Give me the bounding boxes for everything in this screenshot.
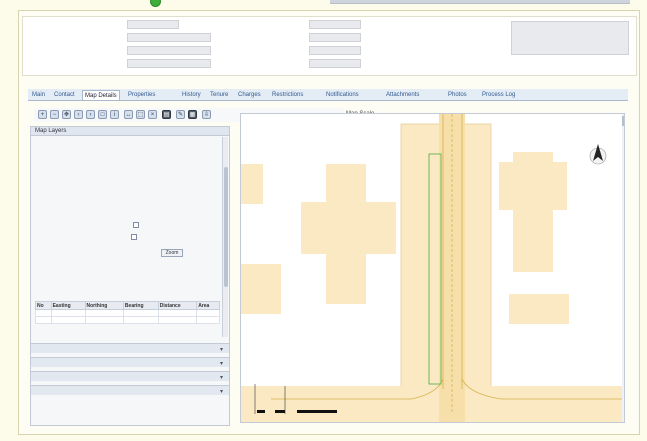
table-header-row: No Easting Northing Bearing Distance Are… bbox=[35, 301, 220, 310]
parcel[interactable] bbox=[241, 264, 281, 314]
column-header: Distance bbox=[157, 301, 198, 310]
tab-restrictions[interactable]: Restrictions bbox=[270, 90, 305, 100]
tab-tenure[interactable]: Tenure bbox=[208, 90, 230, 100]
column-header: Easting bbox=[50, 301, 86, 310]
scale-bar-segment bbox=[297, 410, 337, 413]
application-window: Main Contact Map Details Properties Hist… bbox=[0, 0, 647, 441]
field-label bbox=[241, 61, 271, 68]
tab-notifications[interactable]: Notifications bbox=[324, 90, 361, 100]
field-input[interactable] bbox=[309, 33, 361, 42]
chevron-down-icon: ▾ bbox=[219, 375, 223, 381]
notes-field[interactable] bbox=[511, 21, 629, 55]
clear-selection-icon[interactable]: × bbox=[148, 110, 157, 119]
table-cell bbox=[84, 309, 124, 317]
parcel[interactable] bbox=[241, 164, 263, 204]
field-input[interactable] bbox=[127, 59, 211, 68]
chevron-down-icon: ▾ bbox=[219, 361, 223, 367]
select-icon[interactable]: ⬚ bbox=[136, 110, 145, 119]
field-label bbox=[241, 22, 271, 29]
export-icon[interactable]: ⇩ bbox=[202, 110, 211, 119]
identify-icon[interactable]: i bbox=[110, 110, 119, 119]
panel-section[interactable]: ▾ bbox=[31, 357, 229, 367]
panel-section[interactable]: ▾ bbox=[31, 371, 229, 381]
panel-scrollbar[interactable] bbox=[222, 137, 228, 337]
field-input[interactable] bbox=[309, 20, 361, 29]
field-label bbox=[27, 35, 97, 42]
column-header: Bearing bbox=[122, 301, 159, 310]
field-input[interactable] bbox=[127, 33, 211, 42]
field-label bbox=[27, 61, 67, 68]
zoom-button[interactable]: Zoom bbox=[161, 249, 183, 257]
tab-attachments[interactable]: Attachments bbox=[384, 90, 421, 100]
panel-section[interactable]: ▾ bbox=[31, 343, 229, 353]
previous-extent-icon[interactable]: ‹ bbox=[74, 110, 83, 119]
field-label bbox=[241, 35, 281, 42]
table-cell bbox=[50, 309, 86, 317]
map-canvas[interactable] bbox=[241, 114, 622, 423]
tab-bar: Main Contact Map Details Properties Hist… bbox=[28, 89, 628, 101]
coordinates-table: No Easting Northing Bearing Distance Are… bbox=[35, 301, 220, 324]
map-layers-panel: Map Layers Zoom No Easting Northing Bear… bbox=[30, 126, 230, 426]
field-input[interactable] bbox=[127, 20, 179, 29]
layer-checkbox[interactable] bbox=[133, 222, 139, 228]
field-input[interactable] bbox=[309, 59, 361, 68]
table-cell bbox=[35, 316, 52, 324]
zoom-out-icon[interactable]: − bbox=[50, 110, 59, 119]
column-header: Area bbox=[196, 301, 220, 310]
table-cell bbox=[196, 316, 220, 324]
scrollbar-thumb[interactable] bbox=[622, 116, 624, 126]
panel-section[interactable]: ▾ bbox=[31, 385, 229, 395]
scale-bar-segment bbox=[257, 410, 265, 413]
layer-checkbox[interactable] bbox=[131, 234, 137, 240]
tab-properties[interactable]: Properties bbox=[126, 90, 157, 100]
field-label bbox=[27, 48, 87, 55]
chevron-down-icon: ▾ bbox=[219, 389, 223, 395]
map-viewport[interactable] bbox=[240, 113, 625, 423]
table-cell bbox=[196, 309, 220, 317]
tab-photos[interactable]: Photos bbox=[446, 90, 469, 100]
table-cell bbox=[50, 316, 86, 324]
notes-label bbox=[423, 22, 471, 29]
scrollbar-thumb[interactable] bbox=[224, 167, 228, 287]
table-cell bbox=[122, 316, 159, 324]
column-header: No bbox=[35, 301, 52, 310]
tab-main[interactable]: Main bbox=[30, 90, 47, 100]
table-cell bbox=[84, 316, 124, 324]
parcel[interactable] bbox=[513, 152, 553, 272]
tab-map-details[interactable]: Map Details bbox=[82, 90, 120, 100]
parcel[interactable] bbox=[509, 294, 569, 324]
edit-icon[interactable]: ✎ bbox=[176, 110, 185, 119]
tab-history[interactable]: History bbox=[180, 90, 203, 100]
field-input[interactable] bbox=[309, 46, 361, 55]
chevron-down-icon: ▾ bbox=[219, 347, 223, 353]
table-cell bbox=[157, 316, 198, 324]
table-row[interactable] bbox=[35, 316, 220, 324]
map-scrollbar[interactable] bbox=[622, 114, 624, 422]
next-extent-icon[interactable]: › bbox=[86, 110, 95, 119]
panel-header: Map Layers bbox=[31, 127, 229, 136]
table-row[interactable] bbox=[35, 309, 220, 317]
pan-icon[interactable]: ✥ bbox=[62, 110, 71, 119]
parcel[interactable] bbox=[326, 164, 366, 304]
tab-contact[interactable]: Contact bbox=[52, 90, 77, 100]
layer-icon[interactable]: ▤ bbox=[162, 110, 171, 119]
scale-bar-segment bbox=[275, 410, 285, 413]
table-cell bbox=[122, 309, 159, 317]
top-bar bbox=[330, 0, 630, 4]
field-input[interactable] bbox=[127, 46, 211, 55]
table-cell bbox=[157, 309, 198, 317]
panel-title: Map Layers bbox=[35, 128, 67, 134]
full-extent-icon[interactable]: □ bbox=[98, 110, 107, 119]
tab-charges[interactable]: Charges bbox=[236, 90, 263, 100]
field-label bbox=[241, 48, 287, 55]
record-header-form bbox=[22, 16, 637, 76]
measure-icon[interactable]: ↔ bbox=[124, 110, 133, 119]
table-cell bbox=[35, 309, 52, 317]
tab-process-log[interactable]: Process Log bbox=[480, 90, 517, 100]
zoom-in-icon[interactable]: + bbox=[38, 110, 47, 119]
column-header: Northing bbox=[84, 301, 124, 310]
field-label bbox=[27, 22, 77, 29]
print-icon[interactable]: ▦ bbox=[188, 110, 197, 119]
